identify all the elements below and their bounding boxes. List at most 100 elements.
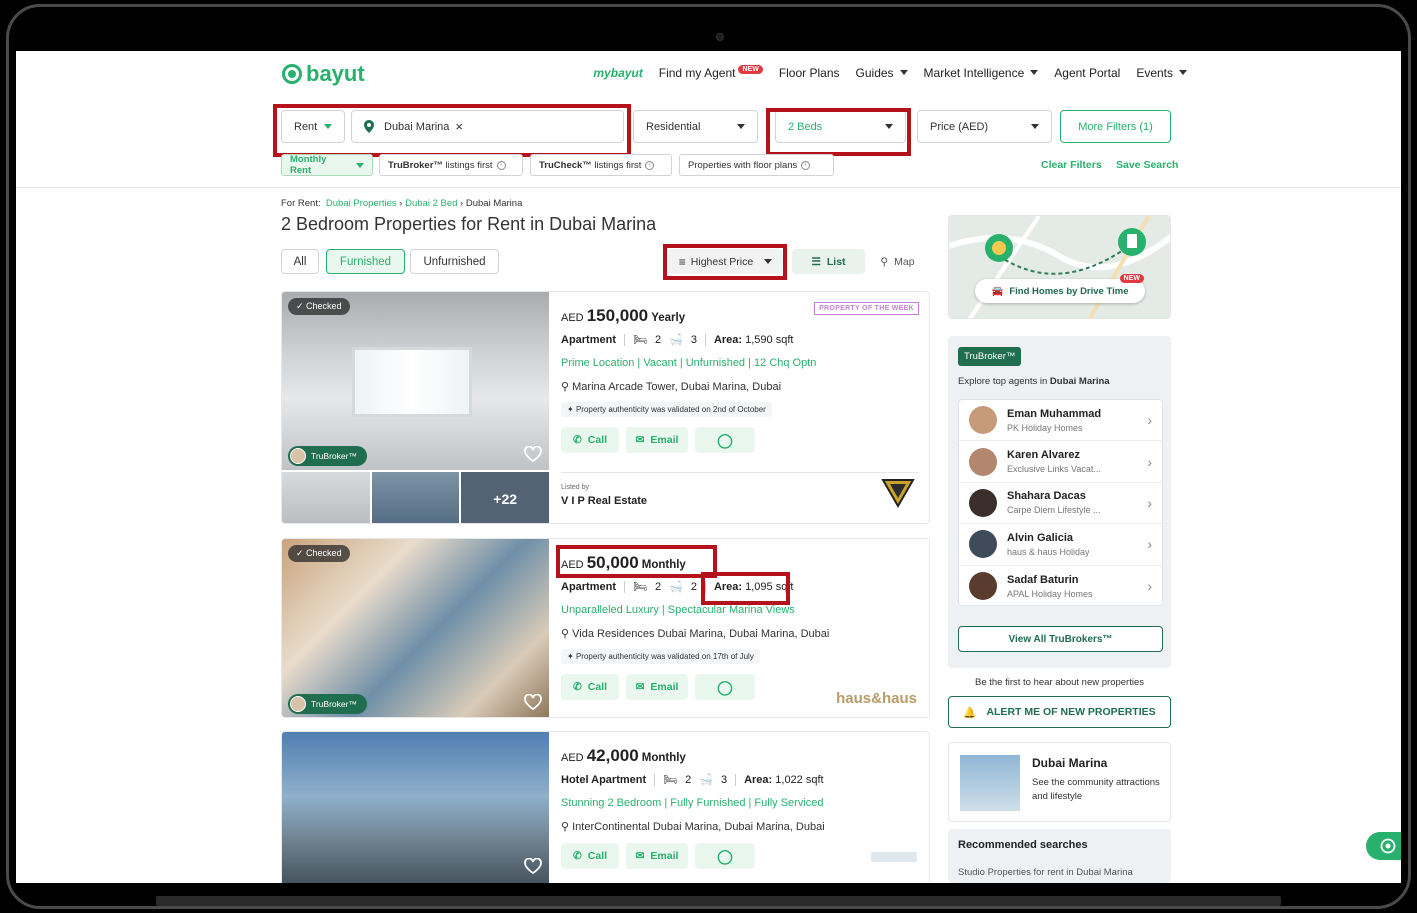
bed-count: 2 [685, 773, 692, 786]
new-badge: NEW [1119, 274, 1144, 283]
agency-logo[interactable]: haus&haus [836, 690, 917, 707]
avatar [969, 488, 997, 517]
favorite-heart-icon[interactable] [524, 858, 542, 874]
location-pin-icon: ⚲ [561, 381, 570, 393]
avatar [969, 406, 997, 435]
email-button[interactable]: ✉ Email [626, 427, 688, 453]
whatsapp-button[interactable]: ◯ [695, 843, 755, 869]
listing-card[interactable]: ✓ Checked TruBroker™ AED 50,000 Monthly … [281, 538, 930, 718]
listing-specs: Hotel Apartment 🛏 2 🛁 3 Area: 1,022 sqft [561, 773, 919, 786]
chip-label-strong: TruBroker™ [388, 159, 443, 171]
listing-photo[interactable] [282, 539, 549, 717]
monthly-rent-chip[interactable]: Monthly Rent [281, 154, 373, 176]
call-button[interactable]: ✆ Call [561, 674, 619, 700]
nav-events[interactable]: Events [1136, 66, 1187, 80]
close-icon[interactable]: × [455, 119, 463, 134]
thumbnail[interactable] [282, 472, 370, 523]
agent-item[interactable]: Eman Muhammad PK Holiday Homes › [959, 400, 1162, 442]
agent-avatar [290, 448, 306, 464]
more-photos[interactable]: +22 [461, 472, 550, 523]
filter-count: (1) [1139, 120, 1153, 133]
separator [704, 580, 706, 593]
agent-item[interactable]: Sadaf Baturin APAL Holiday Homes › [959, 566, 1162, 607]
purpose-select[interactable]: Rent [281, 110, 345, 143]
trucheck-first-chip[interactable]: TruCheck™ listings first i [530, 154, 672, 176]
clear-filters-link[interactable]: Clear Filters [1041, 159, 1102, 171]
drive-time-button[interactable]: 🚘 Find Homes by Drive Time [975, 279, 1145, 303]
more-filters-button[interactable]: More Filters (1) [1060, 110, 1171, 143]
thumbnail[interactable] [371, 472, 460, 523]
whatsapp-button[interactable]: ◯ [695, 427, 755, 453]
nav-agent-portal[interactable]: Agent Portal [1054, 66, 1120, 80]
listing-headline[interactable]: Stunning 2 Bedroom | Fully Furnished | F… [561, 797, 919, 809]
bayut-logo[interactable]: bayut [282, 61, 365, 87]
tab-furnished[interactable]: Furnished [326, 249, 405, 274]
listing-card[interactable]: AED 42,000 Monthly Hotel Apartment 🛏 2 🛁 3… [281, 731, 930, 883]
beds-select[interactable]: 2 Beds [775, 110, 906, 143]
alert-me-button[interactable]: 🔔 ALERT ME OF NEW PROPERTIES [948, 696, 1171, 728]
price-period: Yearly [651, 312, 686, 324]
agent-company: haus & haus Holiday [1007, 546, 1090, 557]
recommended-link[interactable]: Studio Properties for rent in Dubai Mari… [958, 867, 1133, 878]
whatsapp-icon: ◯ [717, 431, 733, 448]
location-input[interactable]: Dubai Marina × [351, 110, 624, 143]
tab-all[interactable]: All [281, 249, 319, 274]
chat-button[interactable] [1366, 832, 1401, 860]
separator [735, 773, 737, 786]
nav-find-agent[interactable]: Find my Agent NEW [659, 65, 763, 80]
bed-count: 2 [654, 333, 662, 346]
trubroker-panel: TruBroker™ Explore top agents in Dubai M… [948, 336, 1171, 668]
nav-floor-plans[interactable]: Floor Plans [779, 66, 840, 80]
agency-logo-icon[interactable] [881, 478, 915, 508]
breadcrumb-prefix: For Rent: [281, 198, 321, 209]
nav-market-intelligence[interactable]: Market Intelligence [924, 66, 1039, 80]
call-button[interactable]: ✆ Call [561, 843, 619, 869]
map-pin-icon: ⚲ [880, 255, 889, 268]
list-view-toggle[interactable]: ☰ List [792, 249, 865, 274]
listing-photo[interactable] [282, 292, 549, 470]
breadcrumb-link[interactable]: Dubai 2 Bed [405, 198, 457, 209]
floor-plans-chip[interactable]: Properties with floor plans i [679, 154, 834, 176]
bath-icon: 🛁 [699, 774, 713, 786]
call-button[interactable]: ✆ Call [561, 427, 619, 453]
listing-card[interactable]: ✓ Checked TruBroker™ +22 PROPERTY OF THE… [281, 291, 930, 524]
whatsapp-button[interactable]: ◯ [695, 674, 755, 700]
save-search-link[interactable]: Save Search [1116, 159, 1178, 171]
agent-company: APAL Holiday Homes [1007, 588, 1093, 599]
whatsapp-icon: ◯ [717, 678, 733, 695]
agent-company: Carpe Diem Lifestyle ... [1007, 505, 1101, 516]
listing-headline[interactable]: Prime Location | Vacant | Unfurnished | … [561, 357, 919, 369]
agency-name[interactable]: V I P Real Estate [561, 495, 647, 507]
email-button[interactable]: ✉ Email [626, 843, 688, 869]
drive-time-map-card[interactable]: 🚘 Find Homes by Drive Time NEW [948, 215, 1171, 319]
currency: AED [561, 559, 584, 571]
agent-name: Sadaf Baturin [1007, 573, 1079, 586]
agent-item[interactable]: Alvin Galicia haus & haus Holiday › [959, 524, 1162, 566]
listing-headline[interactable]: Unparalleled Luxury | Spectacular Marina… [561, 604, 919, 616]
agent-list: Eman Muhammad PK Holiday Homes › Karen Alv… [958, 399, 1163, 606]
agent-item[interactable]: Shahara Dacas Carpe Diem Lifestyle ... › [959, 483, 1162, 525]
email-button[interactable]: ✉ Email [626, 674, 688, 700]
price-period: Monthly [641, 752, 686, 764]
tab-unfurnished[interactable]: Unfurnished [410, 249, 499, 274]
listing-price: AED 50,000 Monthly [561, 553, 919, 573]
bayut-logo-icon [282, 64, 302, 84]
listing-photo[interactable] [282, 732, 549, 883]
avatar [969, 572, 997, 601]
property-type-select[interactable]: Residential [633, 110, 758, 143]
map-view-toggle[interactable]: ⚲ Map [865, 249, 930, 274]
agent-item[interactable]: Karen Alvarez Exclusive Links Vacat... › [959, 441, 1162, 483]
price-select[interactable]: Price (AED) [917, 110, 1052, 143]
sort-dropdown[interactable]: ≡ Highest Price [668, 249, 783, 274]
mybayut-link[interactable]: mybayut [593, 66, 642, 80]
trubroker-first-chip[interactable]: TruBroker™ listings first i [379, 154, 523, 176]
area-label: Area: [744, 773, 773, 786]
breadcrumb-link[interactable]: Dubai Properties [326, 198, 397, 209]
nav-guides[interactable]: Guides [856, 66, 908, 80]
view-all-trubrokers-button[interactable]: View All TruBrokers™ [958, 626, 1163, 652]
favorite-heart-icon[interactable] [524, 446, 542, 462]
agency-logo[interactable] [871, 852, 917, 862]
community-card[interactable]: Dubai Marina See the community attractio… [948, 742, 1171, 822]
photo-thumbnails[interactable]: +22 [282, 472, 550, 523]
favorite-heart-icon[interactable] [524, 694, 542, 710]
